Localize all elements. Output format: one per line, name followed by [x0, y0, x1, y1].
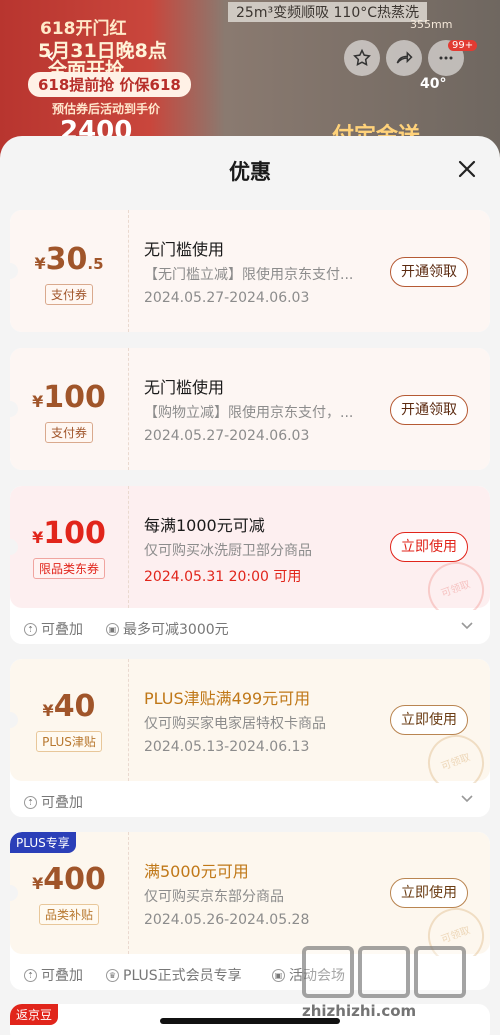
coupon-desc: 仅可购买冰洗厨卫部分商品	[144, 543, 312, 559]
coupon-tag-label: 支付券	[44, 422, 93, 443]
amount-value: 100	[43, 380, 106, 415]
promo-pill: 618提前抢 价保618	[28, 72, 191, 97]
bean-return-badge: 返京豆	[10, 1004, 59, 1025]
coupon-title: 无门槛使用	[144, 240, 225, 259]
coupon-date: 2024.05.13-2024.06.13	[144, 739, 310, 755]
stack-icon: ⇡	[24, 968, 37, 982]
coupon-amount: ¥100	[10, 380, 128, 415]
stackable-label: 可叠加	[41, 795, 83, 811]
plus-member-label: PLUS正式会员专享	[123, 968, 242, 984]
coupon-date: 2024.05.26-2024.05.28	[144, 912, 310, 928]
coupon-tag-label: 支付券	[44, 284, 93, 305]
use-now-button[interactable]: 立即使用	[390, 878, 468, 908]
chevron-down-icon[interactable]	[460, 621, 474, 631]
coupon-desc: 仅可购买京东部分商品	[144, 889, 284, 905]
stack-icon: ⇡	[24, 622, 37, 636]
yen-symbol: ¥	[32, 392, 44, 411]
coupon-date: 2024.05.27-2024.06.03	[144, 290, 310, 306]
coupon-tag-label: 限品类东券	[32, 558, 105, 579]
sheet-title: 优惠	[229, 160, 271, 184]
watermark-block	[358, 946, 410, 998]
amount-value: 40	[53, 689, 96, 724]
coupon-date: 2024.05.31 20:00 可用	[144, 569, 302, 585]
coupon-tag-label: 品类补贴	[38, 904, 99, 925]
watermark-block	[302, 946, 354, 998]
coupon-amount: ¥100	[10, 516, 128, 551]
coupon-footer: ⇡ 可叠加 ▣ 最多可减3000元	[10, 610, 490, 644]
stackable-info: ⇡ 可叠加	[24, 965, 83, 985]
coupon-card: ¥100 支付券 无门槛使用 【购物立减】限使用京东支付，... 2024.05…	[10, 348, 490, 470]
plus-member-info: ♛ PLUS正式会员专享	[106, 965, 242, 985]
venue-icon: ▣	[272, 968, 285, 982]
coupon-tag: 支付券	[10, 284, 128, 305]
coupon-title: 无门槛使用	[144, 378, 225, 397]
coupon-tag: 支付券	[10, 422, 128, 443]
coupon-desc: 【无门槛立减】限使用京东支付...	[144, 267, 354, 283]
yen-symbol: ¥	[32, 874, 44, 893]
coupon-divider	[128, 659, 129, 781]
coupon-title: 满5000元可用	[144, 862, 249, 881]
home-indicator[interactable]	[160, 1018, 340, 1024]
product-temp: 40°	[420, 76, 447, 92]
activate-claim-button[interactable]: 开通领取	[390, 257, 468, 287]
stackable-info: ⇡ 可叠加	[24, 619, 83, 639]
chevron-down-icon[interactable]	[460, 794, 474, 804]
max-discount-info: ▣ 最多可减3000元	[106, 619, 229, 639]
stack-icon: ⇡	[24, 795, 37, 809]
share-button[interactable]	[386, 40, 422, 76]
coupon-title: PLUS津贴满499元可用	[144, 689, 311, 708]
coupon-tag: 限品类东券	[10, 558, 128, 579]
product-spec: 25m³变频顺吸 110°C热蒸洗	[228, 2, 428, 22]
coupon-card: ¥30.5 支付券 无门槛使用 【无门槛立减】限使用京东支付... 2024.0…	[10, 210, 490, 332]
coupon-divider	[128, 832, 129, 954]
coupon-amount: ¥400	[10, 862, 128, 897]
coupon-tag-label: PLUS津贴	[36, 731, 102, 752]
stackable-label: 可叠加	[41, 622, 83, 638]
cart-badge: 99+	[448, 40, 478, 51]
watermark-logo	[302, 946, 492, 998]
more-icon	[439, 56, 453, 60]
coupon-divider	[128, 486, 129, 608]
stackable-info: ⇡ 可叠加	[24, 792, 83, 812]
coupon-divider	[128, 210, 129, 332]
max-discount-label: 最多可减3000元	[123, 622, 229, 638]
use-now-button[interactable]: 立即使用	[390, 705, 468, 735]
close-icon[interactable]	[454, 156, 480, 182]
activate-claim-button[interactable]: 开通领取	[390, 395, 468, 425]
coupon-desc: 仅可购买家电家居特权卡商品	[144, 716, 326, 732]
coupon-footer: ⇡ 可叠加	[10, 783, 490, 817]
coupon-amount: ¥40	[10, 689, 128, 724]
product-size: 355mm	[410, 18, 453, 31]
coupon-title: 每满1000元可减	[144, 516, 265, 535]
yen-symbol: ¥	[32, 528, 44, 547]
use-now-button[interactable]: 立即使用	[390, 532, 468, 562]
amount-value: 400	[43, 862, 106, 897]
coupon-desc: 【购物立减】限使用京东支付，...	[144, 405, 354, 421]
yen-symbol: ¥	[34, 254, 46, 273]
discount-icon: ▣	[106, 622, 119, 636]
favorite-button[interactable]	[344, 40, 380, 76]
plus-exclusive-badge: PLUS专享	[10, 832, 76, 853]
coupon-amount: ¥30.5	[10, 242, 128, 277]
promo-subtext: 预估券后活动到手价	[52, 102, 161, 116]
coupon-card: ¥40 PLUS津贴 PLUS津贴满499元可用 仅可购买家电家居特权卡商品 2…	[10, 659, 490, 817]
star-icon	[353, 48, 371, 66]
site-watermark: zhizhizhi.com	[302, 946, 492, 1026]
crown-icon: ♛	[106, 968, 119, 982]
back-icon[interactable]: ‹	[46, 44, 55, 69]
amount-value: 100	[43, 516, 106, 551]
coupon-date: 2024.05.27-2024.06.03	[144, 428, 310, 444]
stackable-label: 可叠加	[41, 968, 83, 984]
coupon-tag: PLUS津贴	[10, 731, 128, 752]
watermark-block	[414, 946, 466, 998]
amount-value: 30	[45, 242, 88, 277]
coupon-card: ¥100 限品类东券 每满1000元可减 仅可购买冰洗厨卫部分商品 2024.0…	[10, 486, 490, 644]
coupon-divider	[128, 348, 129, 470]
amount-decimal: .5	[87, 255, 104, 273]
coupon-sheet: 优惠 ¥30.5 支付券 无门槛使用 【无门槛立减】限使用京东支付... 202…	[0, 136, 500, 1035]
share-icon	[396, 51, 413, 64]
coupon-tag: 品类补贴	[10, 904, 128, 925]
yen-symbol: ¥	[42, 701, 54, 720]
